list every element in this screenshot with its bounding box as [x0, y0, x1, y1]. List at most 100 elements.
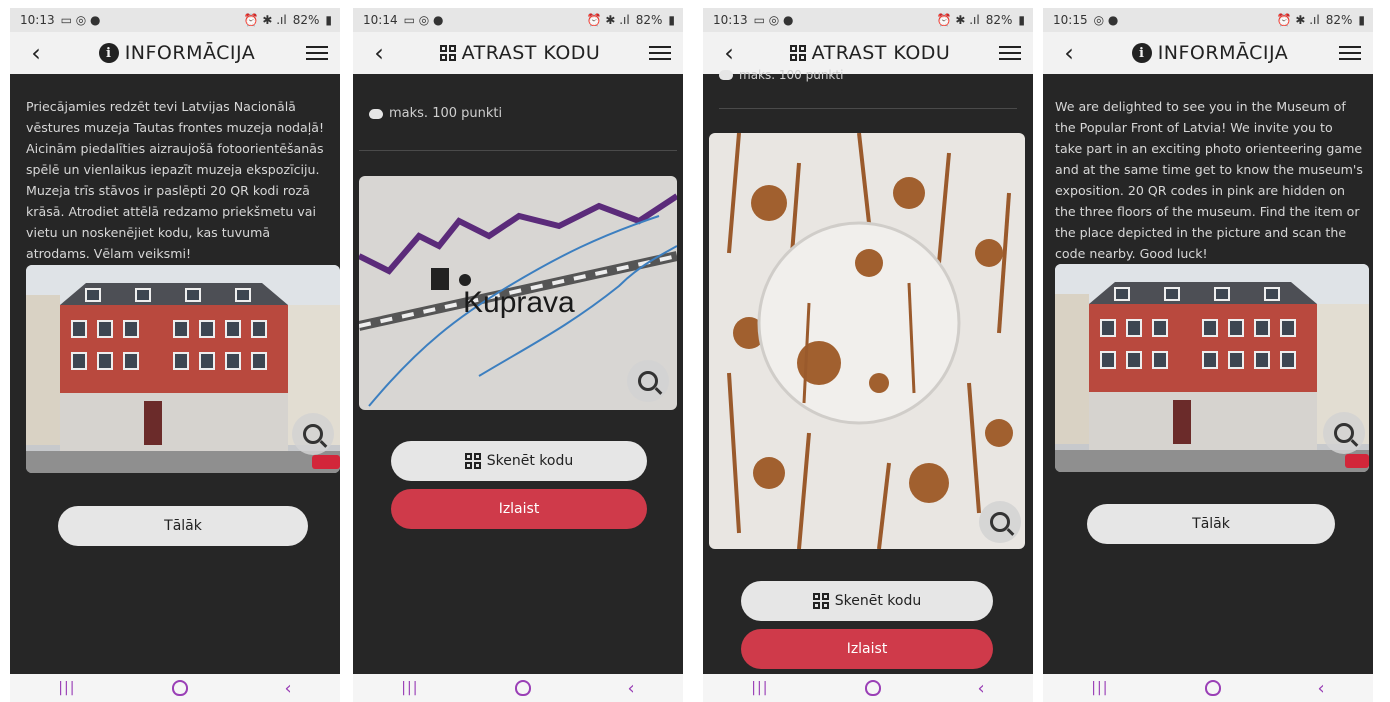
- divider: [359, 150, 677, 151]
- info-circle-icon: i: [1131, 43, 1152, 63]
- skip-button[interactable]: Izlaist: [741, 629, 993, 669]
- hamburger-menu-icon[interactable]: [649, 46, 671, 60]
- chevron-left-icon[interactable]: ‹: [24, 39, 48, 67]
- signal-icons: ⏰ ✱ .ıl: [1276, 13, 1320, 27]
- points-info: maks. 100 punkti: [719, 68, 843, 82]
- magnifier-icon[interactable]: [1323, 412, 1365, 454]
- page-title: i INFORMĀCIJA: [1131, 42, 1289, 64]
- status-time: 10:13: [20, 13, 55, 27]
- battery-level: 82%: [985, 13, 1013, 27]
- notification-icons: ▭ ◎ ●: [403, 13, 444, 27]
- nav-back-icon[interactable]: ‹: [978, 678, 985, 699]
- notification-icons: ▭ ◎ ●: [753, 13, 794, 27]
- chevron-left-icon[interactable]: ‹: [717, 39, 741, 67]
- home-icon[interactable]: [864, 680, 881, 696]
- page-title: i INFORMĀCIJA: [98, 42, 256, 64]
- battery-icon: ▮: [1358, 13, 1365, 27]
- signal-icons: ⏰ ✱ .ıl: [586, 13, 630, 27]
- app-bar: ‹ i INFORMĀCIJA: [10, 32, 340, 74]
- phone-screen-info-en: 10:15 ◎ ● ⏰ ✱ .ıl 82% ▮ ‹ i INFORMĀCIJA We …: [1043, 8, 1373, 702]
- nav-back-icon[interactable]: ‹: [285, 678, 292, 699]
- next-button[interactable]: Tālāk: [1087, 504, 1335, 544]
- hint-photo-floral[interactable]: [709, 133, 1025, 549]
- recent-apps-icon[interactable]: |||: [751, 680, 768, 696]
- scan-code-button[interactable]: Skenēt kodu: [741, 581, 993, 621]
- recent-apps-icon[interactable]: |||: [1091, 680, 1108, 696]
- recent-apps-icon[interactable]: |||: [58, 680, 75, 696]
- scan-code-label: Skenēt kodu: [834, 593, 922, 609]
- battery-level: 82%: [1325, 13, 1353, 27]
- page-title-text: INFORMĀCIJA: [124, 42, 256, 64]
- chevron-left-icon[interactable]: ‹: [1057, 39, 1081, 67]
- home-icon[interactable]: [171, 680, 188, 696]
- status-bar: 10:13 ▭ ◎ ● ⏰ ✱ .ıl 82% ▮: [703, 8, 1033, 32]
- qr-code-icon: [464, 453, 481, 469]
- qr-code-icon: [439, 45, 456, 61]
- find-code-content-scrolled: maks. 100 punkti Skenēt kodu Izlaist: [703, 68, 1033, 674]
- museum-building-photo[interactable]: [1055, 264, 1369, 472]
- home-icon[interactable]: [514, 680, 531, 696]
- next-button[interactable]: Tālāk: [58, 506, 308, 546]
- magnifier-icon[interactable]: [979, 501, 1021, 543]
- battery-icon: ▮: [1018, 13, 1025, 27]
- status-bar: 10:15 ◎ ● ⏰ ✱ .ıl 82% ▮: [1043, 8, 1373, 32]
- status-time: 10:14: [363, 13, 398, 27]
- info-content: We are delighted to see you in the Museu…: [1043, 74, 1373, 674]
- info-circle-icon: i: [98, 43, 119, 63]
- museum-building-image: [1055, 264, 1369, 472]
- home-icon[interactable]: [1204, 680, 1221, 696]
- points-text: maks. 100 punkti: [739, 68, 844, 82]
- skip-button[interactable]: Izlaist: [391, 489, 647, 529]
- system-nav-bar: ||| ‹: [1043, 674, 1373, 702]
- chevron-left-icon[interactable]: ‹: [367, 39, 391, 67]
- recent-apps-icon[interactable]: |||: [401, 680, 418, 696]
- page-title: ATRAST KODU: [789, 42, 951, 64]
- battery-level: 82%: [292, 13, 320, 27]
- scan-code-label: Skenēt kodu: [486, 453, 574, 469]
- battery-icon: ▮: [325, 13, 332, 27]
- status-bar: 10:14 ▭ ◎ ● ⏰ ✱ .ıl 82% ▮: [353, 8, 683, 32]
- points-text: maks. 100 punkti: [389, 106, 503, 121]
- magnifier-icon[interactable]: [627, 360, 669, 402]
- battery-icon: ▮: [668, 13, 675, 27]
- status-time: 10:15: [1053, 13, 1088, 27]
- notification-icons: ▭ ◎ ●: [60, 13, 101, 27]
- app-bar: ‹ i INFORMĀCIJA: [1043, 32, 1373, 74]
- points-info: maks. 100 punkti: [369, 106, 502, 121]
- piggy-bank-icon: [719, 70, 733, 80]
- info-paragraph: We are delighted to see you in the Museu…: [1055, 99, 1363, 261]
- nav-back-icon[interactable]: ‹: [1318, 678, 1325, 699]
- hint-photo-map[interactable]: Kuprava: [359, 176, 677, 410]
- nav-back-icon[interactable]: ‹: [628, 678, 635, 699]
- notification-icons: ◎ ●: [1093, 13, 1119, 27]
- map-town-label: Kuprava: [463, 286, 575, 319]
- info-paragraph: Priecājamies redzēt tevi Latvijas Nacion…: [26, 99, 325, 261]
- scan-code-button[interactable]: Skenēt kodu: [391, 441, 647, 481]
- divider: [719, 108, 1017, 109]
- signal-icons: ⏰ ✱ .ıl: [936, 13, 980, 27]
- magnifier-icon[interactable]: [292, 413, 334, 455]
- piggy-bank-icon: [369, 108, 383, 119]
- hamburger-menu-icon[interactable]: [1338, 46, 1361, 60]
- qr-code-icon: [812, 593, 829, 609]
- page-title-text: INFORMĀCIJA: [1157, 42, 1289, 64]
- system-nav-bar: ||| ‹: [10, 674, 340, 702]
- status-time: 10:13: [713, 13, 748, 27]
- phone-screen-find-code-2: 10:13 ▭ ◎ ● ⏰ ✱ .ıl 82% ▮ ‹ ATRAST KODU mak…: [703, 8, 1033, 702]
- page-title-text: ATRAST KODU: [811, 42, 951, 64]
- app-bar: ‹ ATRAST KODU: [353, 32, 683, 74]
- battery-level: 82%: [635, 13, 663, 27]
- page-title-text: ATRAST KODU: [461, 42, 601, 64]
- phone-screen-find-code-1: 10:14 ▭ ◎ ● ⏰ ✱ .ıl 82% ▮ ‹ ATRAST KODU mak…: [353, 8, 683, 702]
- qr-code-icon: [789, 45, 806, 61]
- page-title: ATRAST KODU: [439, 42, 601, 64]
- signal-icons: ⏰ ✱ .ıl: [243, 13, 287, 27]
- find-code-content: maks. 100 punkti Kuprava Skenēt kodu Izl…: [353, 74, 683, 674]
- floral-wallpaper-image: [709, 133, 1025, 549]
- museum-building-photo[interactable]: [26, 265, 340, 473]
- hamburger-menu-icon[interactable]: [999, 46, 1021, 60]
- system-nav-bar: ||| ‹: [353, 674, 683, 702]
- phone-screen-info-lv: 10:13 ▭ ◎ ● ⏰ ✱ .ıl 82% ▮ ‹ i INFORMĀCIJA P…: [10, 8, 340, 702]
- status-bar: 10:13 ▭ ◎ ● ⏰ ✱ .ıl 82% ▮: [10, 8, 340, 32]
- hamburger-menu-icon[interactable]: [305, 46, 328, 60]
